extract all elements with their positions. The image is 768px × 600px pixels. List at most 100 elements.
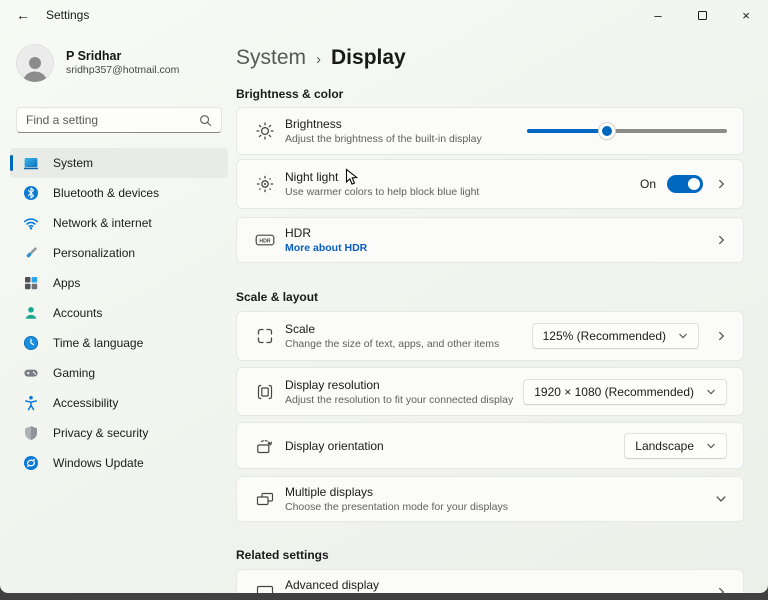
search-box[interactable] bbox=[16, 107, 222, 133]
sidebar-item-accounts[interactable]: Accounts bbox=[10, 298, 228, 328]
privacy-security-icon bbox=[25, 426, 37, 440]
hdr-icon: HDR bbox=[255, 234, 275, 246]
night-light-row[interactable]: Night light Use warmer colors to help bl… bbox=[236, 159, 744, 209]
sidebar-item-personalization[interactable]: Personalization bbox=[10, 238, 228, 268]
section-related-settings: Related settings bbox=[236, 548, 329, 562]
scale-dropdown[interactable]: 125% (Recommended) bbox=[531, 323, 699, 349]
night-light-title: Night light bbox=[285, 170, 339, 184]
sidebar-item-gaming[interactable]: Gaming bbox=[10, 358, 228, 388]
time-language-icon bbox=[23, 335, 39, 351]
more-about-hdr-link[interactable]: More about HDR bbox=[285, 242, 367, 254]
brightness-slider[interactable] bbox=[527, 122, 727, 140]
system-icon bbox=[23, 158, 39, 170]
apps-icon bbox=[25, 277, 38, 290]
scale-icon bbox=[257, 328, 273, 344]
breadcrumb-system[interactable]: System bbox=[236, 44, 306, 72]
display-orientation-value: Landscape bbox=[635, 438, 694, 453]
sidebar-item-accessibility[interactable]: Accessibility bbox=[10, 388, 228, 418]
sidebar-item-privacy-security[interactable]: Privacy & security bbox=[10, 418, 228, 448]
brightness-subtitle: Adjust the brightness of the built-in di… bbox=[285, 133, 482, 145]
hdr-title: HDR bbox=[285, 226, 311, 240]
sidebar-item-time-language[interactable]: Time & language bbox=[10, 328, 228, 358]
brightness-row: Brightness Adjust the brightness of the … bbox=[236, 107, 744, 155]
scale-value: 125% (Recommended) bbox=[542, 329, 666, 343]
sidebar-item-bluetooth-devices[interactable]: Bluetooth & devices bbox=[10, 178, 228, 208]
titlebar: ← Settings – × bbox=[0, 0, 768, 30]
user-name: P Sridhar bbox=[66, 49, 122, 63]
scale-row[interactable]: Scale Change the size of text, apps, and… bbox=[236, 311, 744, 361]
night-light-toggle[interactable] bbox=[667, 175, 703, 193]
maximize-button[interactable] bbox=[680, 0, 724, 30]
hdr-row[interactable]: HDR HDR More about HDR bbox=[236, 217, 744, 263]
sidebar-item-label: Personalization bbox=[53, 246, 136, 260]
chevron-right-icon bbox=[719, 587, 724, 593]
toggle-knob bbox=[688, 178, 700, 190]
breadcrumb: System › Display bbox=[236, 44, 752, 74]
svg-text:HDR: HDR bbox=[259, 238, 270, 244]
maximize-icon bbox=[697, 10, 707, 20]
display-resolution-row: Display resolution Adjust the resolution… bbox=[236, 367, 744, 416]
scale-subtitle: Change the size of text, apps, and other… bbox=[285, 338, 500, 350]
sidebar-item-network-internet[interactable]: Network & internet bbox=[10, 208, 228, 238]
night-light-subtitle: Use warmer colors to help block blue lig… bbox=[285, 186, 480, 198]
close-button[interactable]: × bbox=[724, 0, 768, 30]
display-orientation-icon bbox=[257, 439, 272, 453]
minimize-button[interactable]: – bbox=[636, 0, 680, 30]
sidebar-item-label: Privacy & security bbox=[53, 426, 149, 440]
chevron-right-icon bbox=[719, 331, 724, 341]
advanced-display-icon bbox=[256, 585, 274, 593]
sidebar-item-apps[interactable]: Apps bbox=[10, 268, 228, 298]
sidebar-item-label: System bbox=[53, 156, 94, 170]
brightness-slider-thumb[interactable] bbox=[599, 123, 615, 139]
breadcrumb-separator: › bbox=[316, 51, 322, 68]
sidebar-item-windows-update[interactable]: Windows Update bbox=[10, 448, 228, 478]
mouse-cursor bbox=[345, 168, 358, 185]
display-resolution-subtitle: Adjust the resolution to fit your connec… bbox=[285, 393, 514, 406]
back-button[interactable]: ← bbox=[10, 7, 36, 23]
sidebar-item-system[interactable]: System bbox=[10, 148, 228, 178]
multiple-displays-row[interactable]: Multiple displays Choose the presentatio… bbox=[236, 476, 744, 522]
sidebar-item-label: Time & language bbox=[53, 336, 144, 350]
chevron-down-icon bbox=[679, 333, 687, 339]
brightness-icon bbox=[256, 122, 274, 140]
display-resolution-icon bbox=[257, 384, 273, 399]
display-orientation-dropdown[interactable]: Landscape bbox=[624, 432, 727, 459]
chevron-down-icon bbox=[707, 389, 715, 394]
display-resolution-title: Display resolution bbox=[285, 377, 380, 392]
user-profile[interactable]: P Sridhar sridhp357@hotmail.com bbox=[16, 44, 222, 82]
sidebar-item-label: Accounts bbox=[53, 306, 103, 320]
page-title: Display bbox=[331, 46, 406, 69]
advanced-display-row[interactable]: Advanced display Display information, re… bbox=[236, 569, 744, 593]
user-email: sridhp357@hotmail.com bbox=[66, 64, 180, 76]
sidebar-nav: System Bluetooth & devices Network & int… bbox=[10, 148, 228, 478]
display-orientation-title: Display orientation bbox=[285, 438, 384, 453]
sidebar-item-label: Windows Update bbox=[53, 456, 144, 470]
night-light-toggle-label: On bbox=[639, 177, 656, 191]
chevron-right-icon bbox=[719, 179, 724, 189]
settings-window: ← Settings – × P Sridhar sridhp357@hotma… bbox=[0, 0, 768, 593]
search-input[interactable] bbox=[26, 113, 199, 127]
accessibility-icon bbox=[25, 395, 37, 411]
multiple-displays-title: Multiple displays bbox=[285, 485, 374, 499]
display-resolution-dropdown[interactable]: 1920 × 1080 (Recommended) bbox=[523, 378, 727, 405]
sidebar-item-label: Accessibility bbox=[53, 396, 119, 410]
sidebar-item-label: Apps bbox=[53, 276, 81, 290]
main-content: System › Display Brightness & color Brig… bbox=[236, 30, 768, 593]
personalization-icon bbox=[26, 247, 37, 258]
windows-update-icon bbox=[24, 456, 38, 470]
chevron-down-icon bbox=[707, 443, 715, 448]
display-orientation-row: Display orientation Landscape bbox=[236, 422, 744, 469]
sidebar: P Sridhar sridhp357@hotmail.com Find a s… bbox=[0, 30, 236, 593]
accounts-icon bbox=[25, 307, 37, 319]
chevron-down-icon bbox=[716, 496, 726, 502]
chevron-right-icon bbox=[719, 235, 724, 245]
slider-track bbox=[527, 129, 727, 133]
gaming-icon bbox=[24, 369, 38, 377]
network-icon bbox=[24, 218, 38, 230]
avatar bbox=[16, 44, 54, 82]
night-light-icon bbox=[256, 175, 274, 193]
multiple-displays-icon bbox=[256, 492, 274, 506]
sidebar-item-label: Bluetooth & devices bbox=[53, 186, 160, 200]
display-resolution-value: 1920 × 1080 (Recommended) bbox=[534, 384, 694, 399]
multiple-displays-subtitle: Choose the presentation mode for your di… bbox=[285, 501, 508, 513]
